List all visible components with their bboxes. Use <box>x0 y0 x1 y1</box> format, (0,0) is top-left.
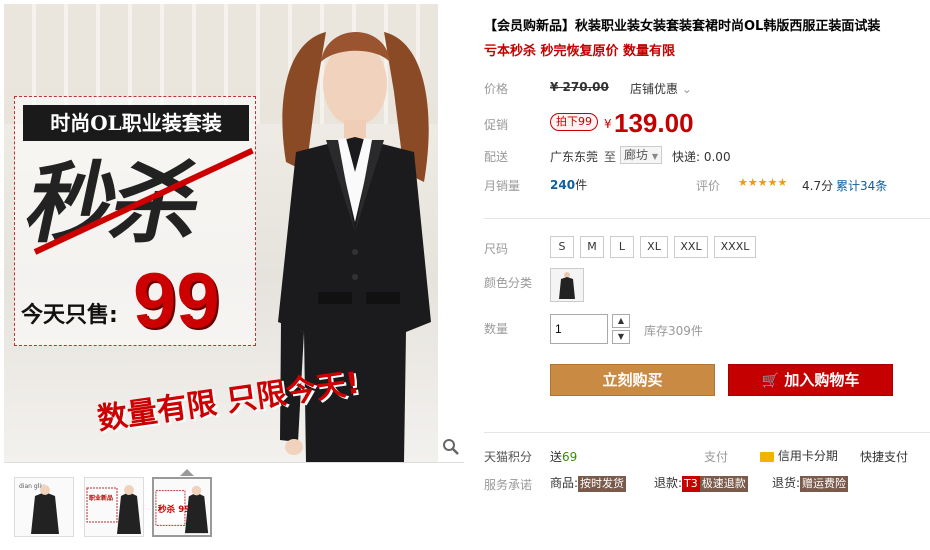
credit-card-label: 信用卡分期 <box>777 449 838 463</box>
divider-2 <box>484 432 930 433</box>
shipping-destination-select[interactable]: 廊坊 ▼ <box>620 146 662 164</box>
size-option-m[interactable]: M <box>580 236 604 258</box>
color-label: 颜色分类 <box>484 276 533 290</box>
promise-goods-tag: 按时发货 <box>578 476 627 492</box>
color-option-black[interactable] <box>550 268 584 302</box>
promise-goods[interactable]: 商品: 按时发货 <box>550 474 627 492</box>
express-fee: 快递: 0.00 <box>672 150 731 164</box>
shipping-to-label: 至 <box>604 150 617 164</box>
thumbnail-3[interactable]: 秒杀 99 <box>152 477 212 537</box>
triangle-down-icon: ▼ <box>651 152 658 161</box>
main-product-image[interactable]: 时尚OL职业装套装 秒杀 今天只售: 99 数量有限 只限今天! <box>4 4 438 462</box>
promise-return-label: 退货: <box>772 476 801 490</box>
promo-tag: 拍下99 <box>550 113 598 131</box>
add-to-cart-label: 加入购物车 <box>784 371 860 389</box>
thumbnail-1[interactable]: dian gliu <box>14 477 74 537</box>
sales-count: 240 <box>550 178 576 192</box>
shipping-label: 配送 <box>484 150 509 164</box>
shop-discount-dropdown[interactable]: 店铺优惠 ⌄ <box>630 80 692 97</box>
divider-1 <box>484 218 930 219</box>
points-number: 69 <box>562 450 578 464</box>
size-option-xl[interactable]: XL <box>640 236 668 258</box>
promo-label: 促销 <box>484 118 509 132</box>
size-option-xxl[interactable]: XXL <box>674 236 708 258</box>
quick-pay[interactable]: 快捷支付 <box>860 448 908 465</box>
cart-icon: 🛒 <box>761 373 780 389</box>
promo-price: 139.00 <box>614 108 694 138</box>
points-prefix: 送 <box>550 450 563 464</box>
shipping-from: 广东东莞 <box>550 150 599 164</box>
product-gallery: 时尚OL职业装套装 秒杀 今天只售: 99 数量有限 只限今天! dian gl… <box>4 4 464 548</box>
sales-unit: 件 <box>575 178 588 192</box>
magnifier-icon[interactable] <box>442 438 462 460</box>
active-thumb-indicator <box>180 469 194 476</box>
rating-label: 评价 <box>696 179 721 193</box>
quantity-label: 数量 <box>484 322 509 336</box>
service-promise-label: 服务承诺 <box>484 478 533 492</box>
promise-refund-tag: 极速退款 <box>699 476 748 492</box>
yen-symbol: ¥ <box>604 117 612 131</box>
add-to-cart-button[interactable]: 🛒 加入购物车 <box>728 364 893 396</box>
thumb-2-label: 职业新品 <box>89 494 113 502</box>
price-label: 价格 <box>484 82 509 96</box>
promise-refund[interactable]: 退款: T3 极速退款 <box>654 474 748 492</box>
size-option-xxxl[interactable]: XXXL <box>714 236 756 258</box>
product-subtitle: 亏本秒杀 秒完恢复原价 数量有限 <box>484 44 676 59</box>
promise-return-tag: 赠运费险 <box>800 476 849 492</box>
size-option-l[interactable]: L <box>610 236 634 258</box>
tmall-points-value-wrap: 送69 <box>550 448 577 465</box>
product-info-panel: 【会员购新品】秋装职业装女装套装套裙时尚OL韩版西服正装面试装 亏本秒杀 秒完恢… <box>484 0 930 550</box>
sales-count-wrap: 240件 <box>550 176 587 193</box>
rating-score: 4.7分 <box>802 179 834 193</box>
promo-banner: 时尚OL职业装套装 秒杀 今天只售: 99 <box>14 96 256 346</box>
promise-refund-label: 退款: <box>654 476 683 490</box>
product-title: 【会员购新品】秋装职业装女装套装套裙时尚OL韩版西服正装面试装 <box>484 19 881 34</box>
chevron-down-icon: ⌄ <box>681 82 692 96</box>
shop-discount-label: 店铺优惠 <box>630 82 679 96</box>
thumbnail-strip: dian gliu 职业新品 秒杀 99 <box>4 462 464 548</box>
star-rating-icon: ★★★★★ <box>738 176 788 189</box>
size-option-s[interactable]: S <box>550 236 574 258</box>
shipping-to-value: 廊坊 <box>624 148 649 162</box>
thumb-3-label: 秒杀 99 <box>158 503 191 515</box>
original-price: ¥ 270.00 <box>550 80 609 94</box>
sales-label: 月销量 <box>484 179 521 193</box>
promise-return[interactable]: 退货: 赠运费险 <box>772 474 849 492</box>
promise-goods-label: 商品: <box>550 476 579 490</box>
rating-total-link[interactable]: 累计34条 <box>836 177 887 194</box>
quantity-decrease-button[interactable]: ▼ <box>612 330 630 344</box>
credit-card-icon <box>760 451 774 462</box>
quantity-input[interactable] <box>550 314 608 344</box>
promo-today-price: 99 <box>133 256 220 344</box>
buy-now-button[interactable]: 立刻购买 <box>550 364 715 396</box>
quantity-increase-button[interactable]: ▲ <box>612 314 630 328</box>
tmall-points-label[interactable]: 天猫积分 <box>484 448 532 465</box>
stock-count: 库存309件 <box>644 324 703 338</box>
promo-tag-wrap: 拍下99 <box>550 113 598 131</box>
size-label: 尺码 <box>484 242 509 256</box>
promise-refund-t3-tag: T3 <box>682 476 700 492</box>
credit-card-installment[interactable]: 信用卡分期 <box>760 447 838 464</box>
promo-today-label: 今天只售: <box>21 303 118 328</box>
pay-label: 支付 <box>704 450 729 464</box>
thumbnail-2[interactable]: 职业新品 <box>84 477 144 537</box>
promo-title: 时尚OL职业装套装 <box>23 105 249 141</box>
